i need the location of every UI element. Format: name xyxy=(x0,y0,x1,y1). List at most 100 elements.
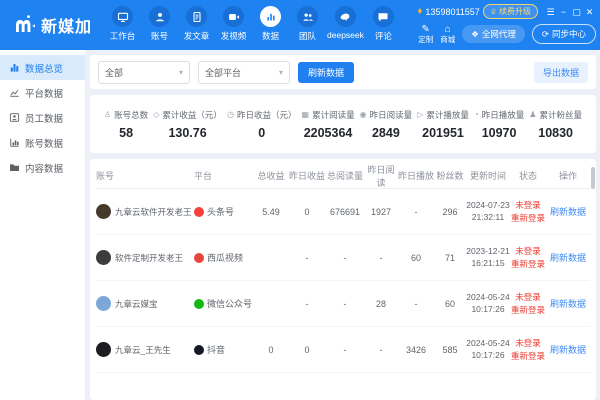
cell-yesterday-plays: - xyxy=(398,207,434,217)
nav-item-deepseek[interactable]: deepseek xyxy=(326,6,365,40)
content-data-icon xyxy=(9,162,20,173)
workbench-icon xyxy=(112,6,133,27)
cell-yesterday-reads: 1927 xyxy=(364,207,398,217)
upgrade-badge[interactable]: ♕ 续费升级 xyxy=(483,4,538,19)
minimize-icon[interactable]: − xyxy=(557,5,570,19)
vip-diamond-icon: ♦ xyxy=(417,6,422,17)
yesterday-reads-icon: ◉ xyxy=(360,110,367,119)
proxy-button-label: 全网代理 xyxy=(482,28,516,40)
table-row: 九章云媒宝 微信公众号 - - 28 - 60 2024-05-24 10:17… xyxy=(96,281,590,327)
platform-name: 抖音 xyxy=(207,343,225,356)
sidebar-item-data-overview[interactable]: 数据总览 xyxy=(0,55,85,80)
account-status-row: ♦ 13598011557 ♕ 续费升级 ☰ − ▢ ✕ xyxy=(417,4,596,19)
close-icon[interactable]: ✕ xyxy=(583,5,596,19)
nav-item-data[interactable]: 数据 xyxy=(252,6,289,42)
stat-label: 账号总数 xyxy=(114,109,148,121)
cell-fans: 296 xyxy=(434,207,466,217)
account-name: 软件定制开发老王 xyxy=(115,252,183,264)
cell-total-reads: - xyxy=(326,345,364,355)
col-header-yesterday-plays: 昨日播放 xyxy=(398,169,434,182)
customize-quick-item[interactable]: ✎ 定制 xyxy=(418,24,433,44)
stat-label: 累计收益（元） xyxy=(162,109,222,121)
platform-icon xyxy=(194,253,204,263)
proxy-button[interactable]: ❖ 全网代理 xyxy=(462,25,525,43)
sync-icon: ⟳ xyxy=(542,29,549,40)
refresh-row-link[interactable]: 刷新数据 xyxy=(550,251,586,264)
crown-icon: ♕ xyxy=(490,7,497,16)
refresh-row-link[interactable]: 刷新数据 xyxy=(550,343,586,356)
relogin-link[interactable]: 重新登录 xyxy=(511,350,545,362)
cell-yesterday-reads: 28 xyxy=(364,299,398,309)
refresh-data-button[interactable]: 刷新数据 xyxy=(298,62,354,83)
table-header-row: 账号 平台 总收益 昨日收益 总阅读量 昨日阅读 昨日播放 粉丝数 更新时间 状… xyxy=(96,163,590,189)
nav-item-publish-video[interactable]: 发视频 xyxy=(215,6,252,42)
avatar xyxy=(96,204,111,219)
table-scrollbar-thumb[interactable] xyxy=(591,167,595,189)
customize-label: 定制 xyxy=(418,36,433,45)
team-icon xyxy=(297,6,318,27)
shop-label: 商城 xyxy=(440,36,455,45)
yesterday-plays-icon: ◔ xyxy=(474,110,479,119)
menu-icon[interactable]: ☰ xyxy=(544,5,557,19)
logo-icon xyxy=(12,13,36,37)
platform-icon xyxy=(194,207,204,217)
platform-name: 头条号 xyxy=(207,205,234,218)
topbar-tools-row: ✎ 定制 ⌂ 商城 ❖ 全网代理 ⟳ 同步中心 xyxy=(418,24,596,44)
nav-label: 发文章 xyxy=(184,30,210,42)
stat-yesterday-reads: ◉昨日阅读量 2849 xyxy=(360,109,413,140)
status-badge: 未登录 xyxy=(515,199,541,211)
refresh-row-link[interactable]: 刷新数据 xyxy=(550,297,586,310)
comment-icon xyxy=(373,6,394,27)
stat-value: 58 xyxy=(119,126,133,140)
sidebar-item-platform-data[interactable]: 平台数据 xyxy=(0,80,85,105)
avatar xyxy=(96,342,111,357)
relogin-link[interactable]: 重新登录 xyxy=(511,212,545,224)
nav-item-workbench[interactable]: 工作台 xyxy=(104,6,141,42)
nav-item-comment[interactable]: 评论 xyxy=(365,6,402,42)
relogin-link[interactable]: 重新登录 xyxy=(511,258,545,270)
stat-total-income: ◇累计收益（元） 130.76 xyxy=(153,109,222,140)
cell-yesterday-plays: 3426 xyxy=(398,345,434,355)
export-data-button[interactable]: 导出数据 xyxy=(534,62,588,83)
relogin-link[interactable]: 重新登录 xyxy=(511,304,545,316)
account-name: 九章云软件开发老王 xyxy=(115,206,192,218)
table-row: 软件定制开发老王 西瓜视频 - - - 60 71 2023-12-21 16:… xyxy=(96,235,590,281)
sync-center-button[interactable]: ⟳ 同步中心 xyxy=(532,24,596,44)
main-nav: 工作台 账号 发文章 发视频 数据 xyxy=(104,0,402,50)
nav-item-publish-article[interactable]: 发文章 xyxy=(178,6,215,42)
sidebar-item-content-data[interactable]: 内容数据 xyxy=(0,155,85,180)
avatar xyxy=(96,250,111,265)
publish-article-icon xyxy=(186,6,207,27)
nav-label: 评论 xyxy=(375,30,392,42)
table-row: 九章云_王先生 抖音 0 0 - - 3426 585 2024-05-24 1… xyxy=(96,327,590,373)
sidebar-item-label: 内容数据 xyxy=(25,161,63,175)
account-count-icon: ♙ xyxy=(104,110,111,119)
account-data-icon xyxy=(9,137,20,148)
cell-yesterday-reads: - xyxy=(364,253,398,263)
stat-total-reads: ▦累计阅读量 2205364 xyxy=(302,109,355,140)
col-header-action: 操作 xyxy=(546,169,590,182)
col-header-yesterday-income: 昨日收益 xyxy=(288,169,326,182)
col-header-fans: 粉丝数 xyxy=(434,169,466,182)
refresh-row-link[interactable]: 刷新数据 xyxy=(550,205,586,218)
cell-total-income: 5.49 xyxy=(254,207,288,217)
stat-label: 累计阅读量 xyxy=(312,109,355,121)
nav-item-team[interactable]: 团队 xyxy=(289,6,326,42)
platform-select[interactable]: 全部平台 ▾ xyxy=(198,61,290,84)
sidebar-item-account-data[interactable]: 账号数据 xyxy=(0,130,85,155)
shop-icon: ⌂ xyxy=(445,24,451,36)
sidebar-item-employee-data[interactable]: 员工数据 xyxy=(0,105,85,130)
total-income-icon: ◇ xyxy=(153,110,159,119)
shop-quick-item[interactable]: ⌂ 商城 xyxy=(440,24,455,44)
stat-label: 昨日收益（元） xyxy=(237,109,297,121)
scope-select[interactable]: 全部 ▾ xyxy=(98,61,190,84)
account-phone: 13598011557 xyxy=(425,7,479,17)
total-plays-icon: ▷ xyxy=(417,110,423,119)
nav-item-account[interactable]: 账号 xyxy=(141,6,178,42)
sidebar-item-label: 数据总览 xyxy=(25,61,63,75)
maximize-icon[interactable]: ▢ xyxy=(570,5,583,19)
overview-chart-icon xyxy=(9,62,20,73)
stat-yesterday-income: ◷昨日收益（元） 0 xyxy=(227,109,297,140)
chevron-down-icon: ▾ xyxy=(179,68,183,77)
cell-updated: 2024-05-24 10:17:26 xyxy=(466,338,510,360)
